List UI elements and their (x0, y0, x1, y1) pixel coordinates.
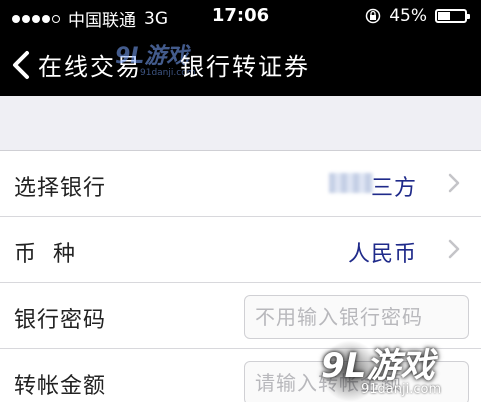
select-bank-value: 三方 (370, 176, 417, 201)
currency-row[interactable]: 币 种 人民币 (0, 217, 481, 283)
bank-password-input[interactable] (244, 295, 469, 339)
status-right: 45% (365, 6, 470, 26)
select-bank-label: 选择银行 (14, 176, 107, 201)
battery-fill (438, 12, 450, 20)
navigation-bar: 在线交易 9L游戏 91danji.com 银行转证券 (0, 32, 481, 96)
select-bank-row[interactable]: 选择银行 三方 (0, 151, 481, 217)
watermark-logo: 9L游戏 (115, 44, 189, 69)
chevron-right-icon (448, 173, 460, 193)
bottom-watermark: 9L游戏 91danji.com (321, 338, 471, 398)
page-title: 银行转证券 (180, 53, 310, 81)
bank-password-label: 银行密码 (14, 308, 107, 333)
battery-percent: 45% (389, 6, 427, 26)
currency-label: 币 种 (14, 242, 76, 267)
currency-value: 人民币 (347, 242, 417, 267)
watermark-logo: 9L游戏 (321, 346, 435, 386)
battery-icon (435, 9, 470, 23)
status-bar: 中国联通 3G 17:06 45% (0, 0, 481, 32)
transfer-amount-label: 转帐金额 (14, 374, 107, 399)
watermark-url: 91danji.com (361, 382, 442, 397)
rotation-lock-icon (365, 8, 381, 24)
chevron-left-icon (13, 50, 29, 79)
chevron-right-icon (448, 239, 460, 259)
blurred-bank-name (329, 173, 373, 193)
